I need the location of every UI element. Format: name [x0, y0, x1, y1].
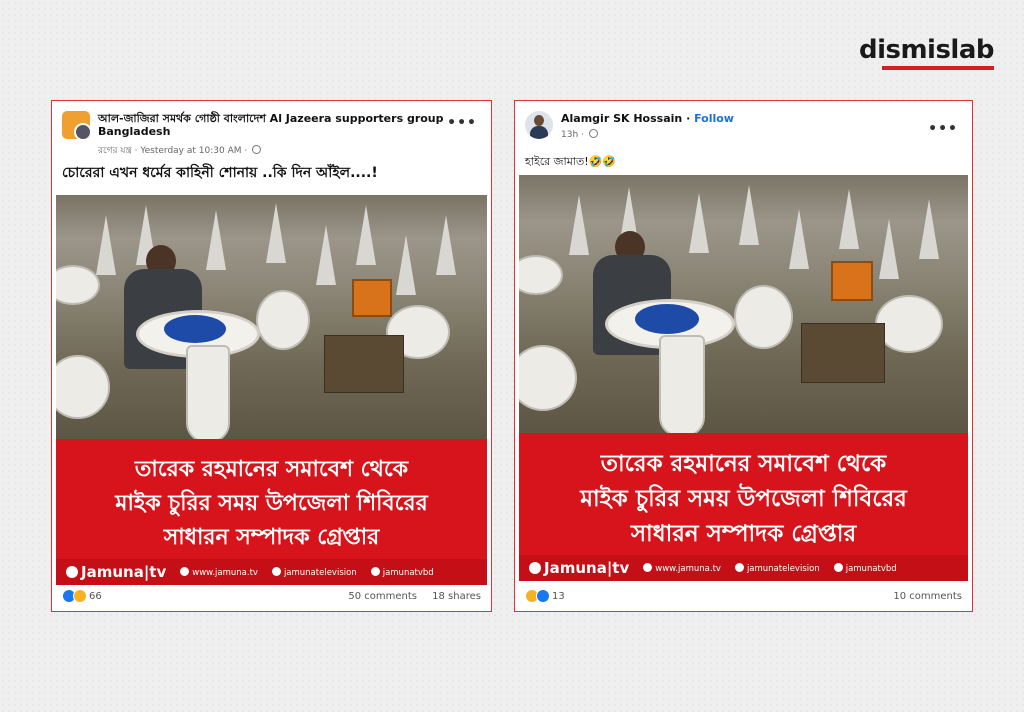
- user-avatar[interactable]: [525, 111, 553, 139]
- avatar-body: [530, 126, 548, 139]
- footer-web: www.jamuna.tv: [180, 566, 258, 578]
- jamuna-logo-text: Jamuna|tv: [81, 563, 167, 581]
- web-icon: [180, 566, 190, 576]
- headline-line-2: মাইক চুরির সময় উপজেলা শিবিরের: [580, 486, 907, 512]
- channel-footer: Jamuna|tv www.jamuna.tv jamunatelevision…: [519, 555, 968, 581]
- headline-line-3: সাধারন সম্পাদক গ্রেপ্তার: [163, 525, 380, 550]
- facebook-icon: [734, 562, 744, 572]
- member-avatar: [74, 123, 90, 139]
- headline-line-3: সাধারন সম্পাদক গ্রেপ্তার: [630, 521, 857, 547]
- jamuna-icon: [529, 562, 541, 574]
- photo-megaphones: [56, 195, 487, 443]
- reactions-icons[interactable]: [525, 589, 550, 603]
- headline-line-2: মাইক চুরির সময় উপজেলা শিবিরের: [115, 491, 428, 516]
- comments-count[interactable]: 50 comments: [348, 591, 417, 602]
- post-stats: 13 10 comments: [525, 587, 962, 605]
- reactions-count[interactable]: 66: [89, 591, 102, 602]
- news-card-image[interactable]: তারেক রহমানের সমাবেশ থেকে মাইক চুরির সময…: [519, 175, 968, 581]
- user-name[interactable]: Alamgir SK Hossain: [561, 112, 682, 125]
- post-meta: রগের যন্ত্র · Yesterday at 10:30 AM ·: [98, 143, 262, 158]
- footer-youtube-text: jamunatvbd: [845, 563, 897, 574]
- more-dots-icon[interactable]: •••: [447, 115, 477, 131]
- jamuna-logo-text: Jamuna|tv: [544, 559, 630, 577]
- facebook-icon: [271, 566, 281, 576]
- user-name-line: Alamgir SK Hossain · Follow: [561, 112, 734, 125]
- footer-youtube: jamunatvbd: [833, 562, 897, 574]
- facebook-post-left: আল-জাজিরা সমর্থক গোষ্ঠী বাংলাদেশ Al Jaze…: [51, 100, 492, 612]
- globe-icon: [252, 145, 262, 154]
- post-header: আল-জাজিরা সমর্থক গোষ্ঠী বাংলাদেশ Al Jaze…: [52, 101, 491, 156]
- reactions-count[interactable]: 13: [552, 591, 565, 602]
- dismislab-logo: dismislab: [858, 35, 995, 70]
- footer-youtube-text: jamunatvbd: [382, 567, 434, 578]
- youtube-icon: [370, 566, 380, 576]
- group-name[interactable]: আল-জাজিরা সমর্থক গোষ্ঠী বাংলাদেশ Al Jaze…: [98, 112, 458, 138]
- follow-button[interactable]: Follow: [694, 112, 734, 125]
- headline-line-1: তারেক রহমানের সমাবেশ থেকে: [134, 457, 409, 482]
- avatar-head: [534, 115, 544, 126]
- footer-web-text: www.jamuna.tv: [192, 567, 258, 578]
- photo-megaphones: [519, 175, 968, 437]
- post-stats: 66 50 comments 18 shares: [62, 587, 481, 605]
- reactions-icons[interactable]: [62, 589, 87, 603]
- like-icon: [536, 589, 550, 603]
- brand-name: dismislab: [858, 35, 995, 65]
- group-avatar[interactable]: [62, 111, 90, 139]
- member-name[interactable]: রগের যন্ত্র: [98, 146, 132, 156]
- footer-facebook-text: jamunatelevision: [283, 567, 357, 578]
- post-header: Alamgir SK Hossain · Follow 13h · •••: [515, 101, 972, 147]
- footer-facebook-text: jamunatelevision: [746, 563, 820, 574]
- post-meta: 13h ·: [561, 129, 598, 140]
- footer-web-text: www.jamuna.tv: [655, 563, 721, 574]
- channel-footer: Jamuna|tv www.jamuna.tv jamunatelevision…: [56, 559, 487, 585]
- news-card-image[interactable]: তারেক রহমানের সমাবেশ থেকে মাইক চুরির সময…: [56, 195, 487, 585]
- more-dots-icon[interactable]: •••: [928, 121, 958, 137]
- haha-icon: [73, 589, 87, 603]
- post-caption: হাইরে জামাত!🤣🤣: [525, 155, 617, 168]
- footer-facebook: jamunatelevision: [271, 566, 357, 578]
- footer-youtube: jamunatvbd: [370, 566, 434, 578]
- headline-banner: তারেক রহমানের সমাবেশ থেকে মাইক চুরির সময…: [56, 439, 487, 559]
- jamuna-logo: Jamuna|tv: [66, 563, 166, 581]
- jamuna-logo: Jamuna|tv: [529, 559, 629, 577]
- shares-count[interactable]: 18 shares: [432, 591, 481, 602]
- footer-facebook: jamunatelevision: [734, 562, 820, 574]
- web-icon: [643, 562, 653, 572]
- globe-icon: [588, 129, 598, 138]
- headline-banner: তারেক রহমানের সমাবেশ থেকে মাইক চুরির সময…: [519, 433, 968, 555]
- footer-web: www.jamuna.tv: [643, 562, 721, 574]
- facebook-post-right: Alamgir SK Hossain · Follow 13h · ••• হা…: [514, 100, 973, 612]
- post-time[interactable]: Yesterday at 10:30 AM: [140, 146, 241, 156]
- post-caption: চোরেরা এখন ধর্মের কাহিনী শোনায় ..কি দিন…: [62, 165, 378, 181]
- youtube-icon: [833, 562, 843, 572]
- comments-count[interactable]: 10 comments: [893, 591, 962, 602]
- headline-line-1: তারেক রহমানের সমাবেশ থেকে: [600, 451, 887, 477]
- jamuna-icon: [66, 566, 78, 578]
- post-time[interactable]: 13h: [561, 130, 578, 140]
- brand-underline: [882, 66, 994, 70]
